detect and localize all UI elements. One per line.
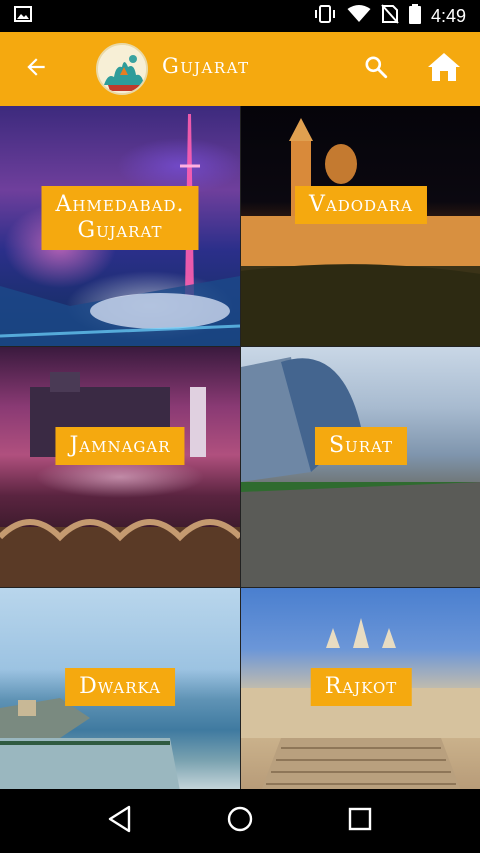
app-bar: Gujarat	[0, 32, 480, 106]
search-icon	[363, 54, 389, 84]
no-sim-icon	[381, 4, 399, 28]
image-icon	[14, 6, 32, 26]
surat-image	[241, 347, 480, 587]
nav-back-icon	[107, 805, 133, 837]
city-label: Dwarka	[65, 668, 175, 706]
home-button[interactable]	[424, 49, 464, 89]
battery-icon	[408, 4, 421, 28]
vadodara-image	[241, 106, 480, 346]
city-label: Vadodara	[294, 186, 428, 224]
city-tile-vadodara[interactable]: Vadodara	[241, 106, 480, 346]
vibrate-icon	[313, 5, 337, 27]
nav-back-button[interactable]	[96, 797, 144, 845]
city-label: Ahmedabad. Gujarat	[41, 186, 199, 250]
city-tile-ahmedabad[interactable]: Ahmedabad. Gujarat	[0, 106, 240, 346]
city-tile-dwarka[interactable]: Dwarka	[0, 588, 240, 791]
system-nav-bar	[0, 789, 480, 853]
city-label: Jamnagar	[55, 427, 185, 465]
wifi-icon	[347, 5, 371, 27]
city-tile-surat[interactable]: Surat	[241, 347, 480, 587]
home-icon	[427, 52, 461, 86]
back-arrow-icon	[23, 54, 49, 84]
status-bar: 4:49	[0, 0, 480, 32]
search-button[interactable]	[358, 51, 394, 87]
city-label: Surat	[314, 427, 408, 465]
app-title: Gujarat	[162, 54, 250, 78]
nav-recents-button[interactable]	[336, 797, 384, 845]
back-button[interactable]	[18, 51, 54, 87]
nav-home-icon	[226, 805, 254, 837]
city-label: Rajkot	[310, 668, 412, 706]
city-tile-rajkot[interactable]: Rajkot	[241, 588, 480, 791]
nav-recents-icon	[348, 807, 372, 835]
city-tile-jamnagar[interactable]: Jamnagar	[0, 347, 240, 587]
nav-home-button[interactable]	[216, 797, 264, 845]
city-grid: Ahmedabad. Gujarat Vadodara Jamnagar Sur…	[0, 106, 480, 791]
app-logo	[96, 43, 148, 95]
jamnagar-image	[0, 347, 240, 587]
status-time: 4:49	[430, 5, 466, 26]
